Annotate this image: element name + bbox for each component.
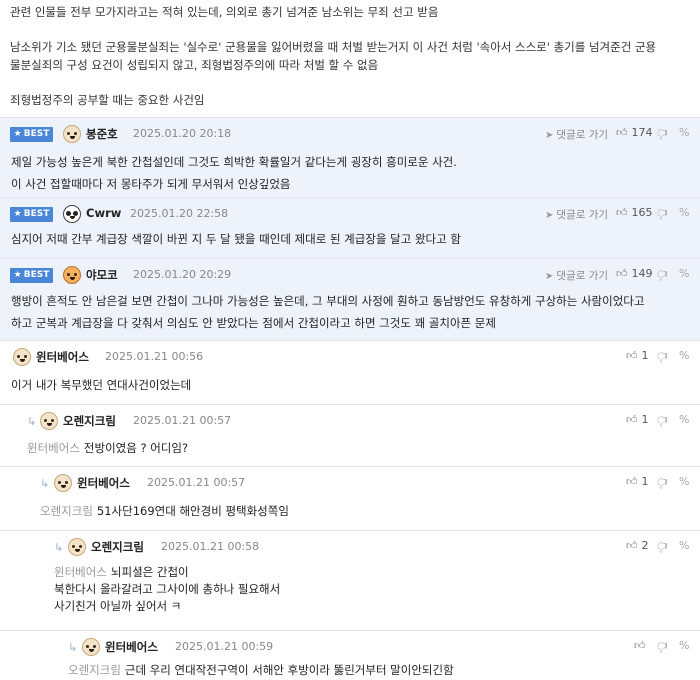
like-button[interactable]: 👍︎ 149 <box>616 267 653 280</box>
mention[interactable]: 오렌지크림 <box>40 504 93 518</box>
like-button[interactable]: 👍︎ 1 <box>626 349 649 362</box>
reply-comment: ↳ 윈터베어스 2025.01.21 00:57 👍︎ 1 🖓 % 오렌지크림 51… <box>0 466 700 530</box>
reply-comment: ↳ 오렌지크림 2025.01.21 00:58 👍︎ 2 🖓 % 윈터베어스 뇌피… <box>0 530 700 630</box>
comment-date: 2025.01.21 00:57 <box>133 414 232 427</box>
comment: 윈터베어스 2025.01.21 00:56 👍︎ 1 🖓 % 이거 내가 복무했… <box>0 340 700 404</box>
comment-author[interactable]: 봉준호 <box>86 126 118 142</box>
avatar[interactable] <box>82 638 100 656</box>
comment-date: 2025.01.21 00:57 <box>147 476 246 489</box>
avatar[interactable] <box>63 266 81 284</box>
comment-date: 2025.01.20 20:29 <box>133 268 232 281</box>
link-icon[interactable]: % <box>679 639 689 652</box>
reply-link[interactable]: ➤ 댓글로 가기 <box>545 127 608 142</box>
reply-comment: ↳ 윈터베어스 2025.01.21 00:59 👍︎ 🖓 % 오렌지크림 근데 … <box>0 630 700 680</box>
star-icon: ★ <box>13 209 22 219</box>
reply-arrow-icon: ➤ <box>545 130 554 141</box>
comment-author[interactable]: Cwrw <box>86 206 121 220</box>
link-icon[interactable]: % <box>679 267 689 280</box>
dislike-icon[interactable]: 🖓 <box>657 206 668 225</box>
dislike-icon[interactable]: 🖓 <box>657 413 668 432</box>
avatar[interactable] <box>40 412 58 430</box>
comment-author[interactable]: 야모코 <box>86 267 118 283</box>
thumbs-up-icon: 👍︎ <box>626 349 638 362</box>
avatar[interactable] <box>63 205 81 223</box>
comment-date: 2025.01.21 00:59 <box>175 640 274 653</box>
mention[interactable]: 윈터베어스 <box>54 565 107 579</box>
link-icon[interactable]: % <box>679 475 689 488</box>
comment-author[interactable]: 윈터베어스 <box>36 349 89 365</box>
star-icon: ★ <box>13 129 22 139</box>
link-icon[interactable]: % <box>679 539 689 552</box>
dislike-icon[interactable]: 🖓 <box>657 475 668 494</box>
comment-date: 2025.01.21 00:58 <box>161 540 260 553</box>
dislike-icon[interactable]: 🖓 <box>657 349 668 368</box>
avatar[interactable] <box>54 474 72 492</box>
comment-author[interactable]: 윈터베어스 <box>105 639 158 655</box>
reply-indent-icon: ↳ <box>54 541 64 554</box>
reply-link[interactable]: ➤ 댓글로 가기 <box>545 207 608 222</box>
best-comment: ★ BEST Cwrw 2025.01.20 22:58 ➤ 댓글로 가기 👍︎ 16… <box>0 197 700 258</box>
like-button[interactable]: 👍︎ 1 <box>626 475 649 488</box>
star-icon: ★ <box>13 270 22 280</box>
comment-body: 오렌지크림 51사단169연대 해안경비 평택화성쪽임 <box>40 504 289 518</box>
post-text-line: 관련 인물들 전부 모가지라고는 적혀 있는데, 의외로 총기 넘겨준 남소위는… <box>10 5 439 19</box>
reply-arrow-icon: ➤ <box>545 271 554 282</box>
post-text-line: 물분실죄의 구성 요건이 성립되지 않고, 죄형법정주의에 따라 처벌 할 수 … <box>10 58 379 72</box>
mention[interactable]: 윈터베어스 <box>27 441 80 455</box>
avatar[interactable] <box>13 348 31 366</box>
comment-body: 심지어 저때 간부 계급장 색깔이 바뀐 지 두 달 됐을 때인데 제대로 된 … <box>11 232 461 246</box>
link-icon[interactable]: % <box>679 206 689 219</box>
post-text-line: 남소위가 기소 됐던 군용물분실죄는 '실수로' 군용물을 잃어버렸을 때 처벌… <box>10 40 657 54</box>
like-button[interactable]: 👍︎ 2 <box>626 539 649 552</box>
reply-indent-icon: ↳ <box>68 641 78 654</box>
like-button[interactable]: 👍︎ 165 <box>616 206 653 219</box>
thumbs-up-icon: 👍︎ <box>616 126 628 139</box>
thumbs-up-icon: 👍︎ <box>626 539 638 552</box>
reply-indent-icon: ↳ <box>27 415 37 428</box>
link-icon[interactable]: % <box>679 126 689 139</box>
avatar[interactable] <box>68 538 86 556</box>
dislike-icon[interactable]: 🖓 <box>657 267 668 286</box>
best-badge: ★ BEST <box>10 207 53 222</box>
thumbs-up-icon: 👍︎ <box>616 267 628 280</box>
thumbs-up-icon: 👍︎ <box>626 413 638 426</box>
comment-author[interactable]: 오렌지크림 <box>63 413 116 429</box>
thumbs-up-icon: 👍︎ <box>616 206 628 219</box>
comment-body: 이거 내가 복무했던 연대사건이었는데 <box>11 378 192 392</box>
avatar[interactable] <box>63 125 81 143</box>
comment-body: 윈터베어스 뇌피셜은 간첩이 북한다시 올라갈려고 그사이에 총하나 필요해서 사… <box>54 565 281 613</box>
comment-body: 오렌지크림 근데 우리 연대작전구역이 서해안 후방이라 뚫린거부터 말이안되긴함 <box>68 663 454 677</box>
like-button[interactable]: 👍︎ <box>634 639 650 652</box>
link-icon[interactable]: % <box>679 413 689 426</box>
thumbs-up-icon: 👍︎ <box>626 475 638 488</box>
mention[interactable]: 오렌지크림 <box>68 663 121 677</box>
comment-date: 2025.01.21 00:56 <box>105 350 204 363</box>
reply-link[interactable]: ➤ 댓글로 가기 <box>545 268 608 283</box>
comment-author[interactable]: 윈터베어스 <box>77 475 130 491</box>
post-text-line: 죄형법정주의 공부할 때는 중요한 사건임 <box>10 93 205 107</box>
reply-comment: ↳ 오렌지크림 2025.01.21 00:57 👍︎ 1 🖓 % 윈터베어스 전방… <box>0 404 700 466</box>
comment-date: 2025.01.20 22:58 <box>130 207 229 220</box>
best-badge: ★ BEST <box>10 268 53 283</box>
best-comment: ★ BEST 봉준호 2025.01.20 20:18 ➤ 댓글로 가기 👍︎ 174… <box>0 117 700 197</box>
reply-arrow-icon: ➤ <box>545 210 554 221</box>
dislike-icon[interactable]: 🖓 <box>657 639 668 658</box>
comment-date: 2025.01.20 20:18 <box>133 127 232 140</box>
like-button[interactable]: 👍︎ 1 <box>626 413 649 426</box>
comment-body: 행방이 흔적도 안 남은걸 보면 간첩이 그나마 가능성은 높은데, 그 부대의… <box>11 294 645 330</box>
comment-body: 윈터베어스 전방이였음 ? 어디임? <box>27 441 189 455</box>
link-icon[interactable]: % <box>679 349 689 362</box>
reply-indent-icon: ↳ <box>40 477 50 490</box>
dislike-icon[interactable]: 🖓 <box>657 126 668 145</box>
post-content-tail: 관련 인물들 전부 모가지라고는 적혀 있는데, 의외로 총기 넘겨준 남소위는… <box>0 0 700 117</box>
best-comment: ★ BEST 야모코 2025.01.20 20:29 ➤ 댓글로 가기 👍︎ 149… <box>0 258 700 340</box>
like-button[interactable]: 👍︎ 174 <box>616 126 653 139</box>
comment-body: 제일 가능성 높은게 북한 간첩설인데 그것도 희박한 확률일거 같다는게 굉장… <box>11 155 457 191</box>
dislike-icon[interactable]: 🖓 <box>657 539 668 558</box>
comment-author[interactable]: 오렌지크림 <box>91 539 144 555</box>
thumbs-up-icon: 👍︎ <box>634 639 646 652</box>
best-badge: ★ BEST <box>10 127 53 142</box>
